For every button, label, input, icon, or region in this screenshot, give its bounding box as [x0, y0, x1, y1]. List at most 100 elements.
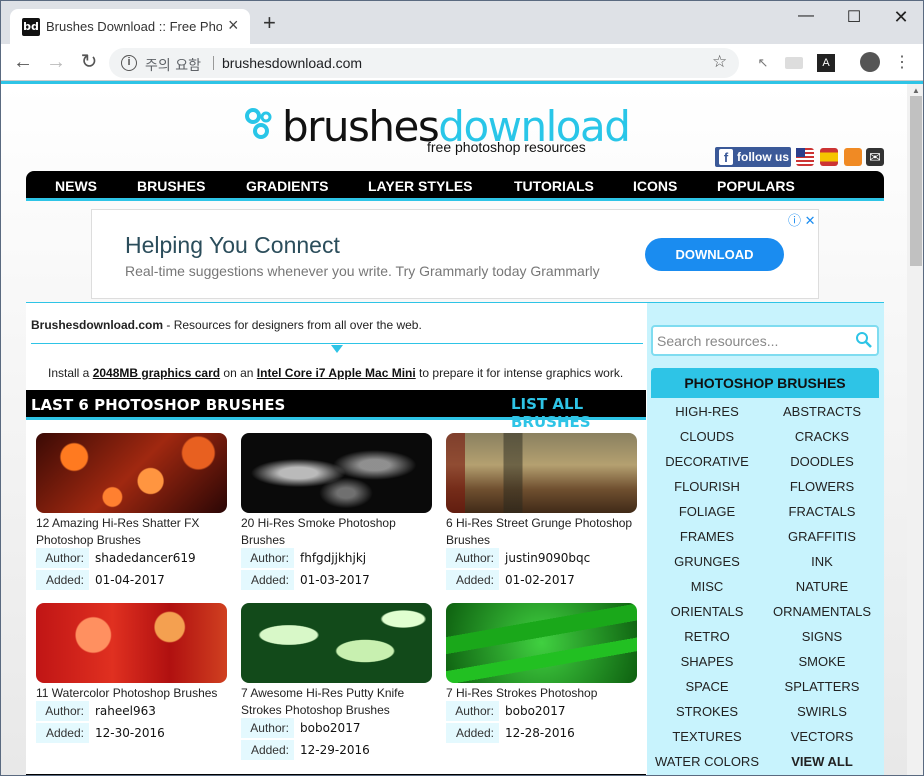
- extension-icon[interactable]: [785, 57, 803, 69]
- category-link[interactable]: FRAMES: [647, 529, 767, 544]
- category-link[interactable]: ORNAMENTALS: [762, 604, 882, 619]
- nav-layer-styles[interactable]: LAYER STYLES: [368, 178, 473, 194]
- maximize-icon[interactable]: ☐: [844, 7, 864, 27]
- category-link[interactable]: SIGNS: [762, 629, 882, 644]
- cursor-extension-icon[interactable]: ↖: [754, 54, 772, 72]
- category-link[interactable]: SMOKE: [762, 654, 882, 669]
- category-link[interactable]: SWIRLS: [762, 704, 882, 719]
- nav-brushes[interactable]: BRUSHES: [137, 178, 205, 194]
- us-flag-icon[interactable]: [796, 148, 814, 166]
- ad-headline[interactable]: Helping You Connect: [125, 232, 340, 259]
- menu-dots-icon[interactable]: ⋮: [893, 54, 911, 72]
- nav-populars[interactable]: POPULARS: [717, 178, 795, 194]
- rss-icon[interactable]: [844, 148, 862, 166]
- author-value[interactable]: bobo2017: [505, 701, 565, 721]
- author-value[interactable]: fhfgdjjkhjkj: [300, 548, 366, 568]
- brush-thumbnail[interactable]: [446, 433, 637, 513]
- category-link[interactable]: CRACKS: [762, 429, 882, 444]
- brush-title[interactable]: 6 Hi-Res Street Grunge Photoshop Brushes: [446, 515, 641, 549]
- author-value[interactable]: bobo2017: [300, 718, 360, 738]
- address-bar[interactable]: i 주의 요함 brushesdownload.com ☆: [109, 48, 739, 78]
- brush-thumbnail[interactable]: [36, 433, 227, 513]
- nav-news[interactable]: NEWS: [55, 178, 97, 194]
- reload-icon[interactable]: ↻: [77, 51, 101, 73]
- nav-icons[interactable]: ICONS: [633, 178, 677, 194]
- category-link[interactable]: HIGH-RES: [647, 404, 767, 419]
- category-link[interactable]: RETRO: [647, 629, 767, 644]
- search-box[interactable]: Search resources...: [651, 325, 879, 356]
- follow-label: follow us: [737, 150, 789, 164]
- author-label: Author:: [36, 548, 89, 568]
- added-value: 01-02-2017: [505, 573, 575, 587]
- category-link[interactable]: TEXTURES: [647, 729, 767, 744]
- scrollbar-thumb[interactable]: [910, 96, 922, 266]
- category-link[interactable]: VIEW ALL: [762, 754, 882, 769]
- ad-subtext[interactable]: Real-time suggestions whenever you write…: [125, 263, 600, 279]
- category-link[interactable]: SHAPES: [647, 654, 767, 669]
- brush-title[interactable]: 7 Awesome Hi-Res Putty Knife Strokes Pho…: [241, 685, 436, 719]
- promo-link-mac-mini[interactable]: Intel Core i7 Apple Mac Mini: [257, 366, 416, 380]
- spain-flag-icon[interactable]: [820, 148, 838, 166]
- scrollbar[interactable]: ▲: [907, 84, 923, 775]
- brush-thumbnail[interactable]: [36, 603, 227, 683]
- brush-title[interactable]: 12 Amazing Hi-Res Shatter FX Photoshop B…: [36, 515, 231, 549]
- scroll-up-icon[interactable]: ▲: [912, 86, 920, 95]
- category-link[interactable]: SPLATTERS: [762, 679, 882, 694]
- category-link[interactable]: ORIENTALS: [647, 604, 767, 619]
- ad-download-button[interactable]: DOWNLOAD: [645, 238, 784, 271]
- brush-title[interactable]: 11 Watercolor Photoshop Brushes: [36, 685, 231, 702]
- promo-prefix: Install a: [48, 366, 93, 380]
- category-link[interactable]: FLOWERS: [762, 479, 882, 494]
- added-label: Added:: [241, 570, 294, 590]
- category-link[interactable]: GRAFFITIS: [762, 529, 882, 544]
- bookmark-star-icon[interactable]: ☆: [712, 52, 727, 72]
- advertisement[interactable]: Helping You Connect Real-time suggestion…: [91, 209, 819, 299]
- profile-icon[interactable]: [860, 52, 880, 72]
- category-link[interactable]: WATER COLORS: [647, 754, 767, 769]
- close-window-icon[interactable]: ✕: [891, 7, 911, 28]
- category-link[interactable]: DECORATIVE: [647, 454, 767, 469]
- search-icon[interactable]: [855, 331, 873, 349]
- category-link[interactable]: MISC: [647, 579, 767, 594]
- brush-title[interactable]: 20 Hi-Res Smoke Photoshop Brushes: [241, 515, 436, 549]
- brush-thumbnail[interactable]: [446, 603, 637, 683]
- browser-tab[interactable]: bd Brushes Download :: Free Photoshop Br…: [10, 9, 250, 44]
- category-link[interactable]: CLOUDS: [647, 429, 767, 444]
- author-value[interactable]: justin9090bqc: [505, 548, 590, 568]
- close-tab-icon[interactable]: ×: [228, 15, 239, 36]
- nav-gradients[interactable]: GRADIENTS: [246, 178, 328, 194]
- new-tab-icon[interactable]: +: [263, 12, 276, 34]
- added-value: 12-29-2016: [300, 743, 370, 757]
- category-link[interactable]: STROKES: [647, 704, 767, 719]
- brush-thumbnail[interactable]: [241, 433, 432, 513]
- category-link[interactable]: SPACE: [647, 679, 767, 694]
- minimize-icon[interactable]: —: [796, 7, 816, 25]
- category-link[interactable]: FOLIAGE: [647, 504, 767, 519]
- facebook-follow-button[interactable]: f follow us: [715, 147, 791, 167]
- promo-link-graphics-card[interactable]: 2048MB graphics card: [93, 366, 220, 380]
- back-icon[interactable]: ←: [11, 51, 35, 73]
- brush-thumbnail[interactable]: [241, 603, 432, 683]
- url-text[interactable]: brushesdownload.com: [222, 55, 362, 71]
- category-link[interactable]: ABSTRACTS: [762, 404, 882, 419]
- added-label: Added:: [446, 723, 499, 743]
- list-all-link[interactable]: LIST ALL BRUSHES: [511, 395, 646, 431]
- nav-tutorials[interactable]: TUTORIALS: [514, 178, 594, 194]
- author-value[interactable]: shadedancer619: [95, 548, 196, 568]
- author-label: Author:: [446, 701, 499, 721]
- security-label[interactable]: 주의 요함: [145, 55, 201, 75]
- category-link[interactable]: VECTORS: [762, 729, 882, 744]
- ad-choices-icon[interactable]: ⓘ ✕: [788, 210, 816, 229]
- email-icon[interactable]: ✉: [866, 148, 884, 166]
- category-link[interactable]: GRUNGES: [647, 554, 767, 569]
- category-link[interactable]: FLOURISH: [647, 479, 767, 494]
- forward-icon[interactable]: →: [44, 51, 68, 73]
- category-link[interactable]: FRACTALS: [762, 504, 882, 519]
- category-link[interactable]: DOODLES: [762, 454, 882, 469]
- search-input[interactable]: Search resources...: [657, 333, 778, 349]
- font-extension-icon[interactable]: A: [817, 54, 835, 72]
- category-link[interactable]: INK: [762, 554, 882, 569]
- author-value[interactable]: raheel963: [95, 701, 156, 721]
- category-link[interactable]: NATURE: [762, 579, 882, 594]
- info-icon[interactable]: i: [121, 55, 137, 71]
